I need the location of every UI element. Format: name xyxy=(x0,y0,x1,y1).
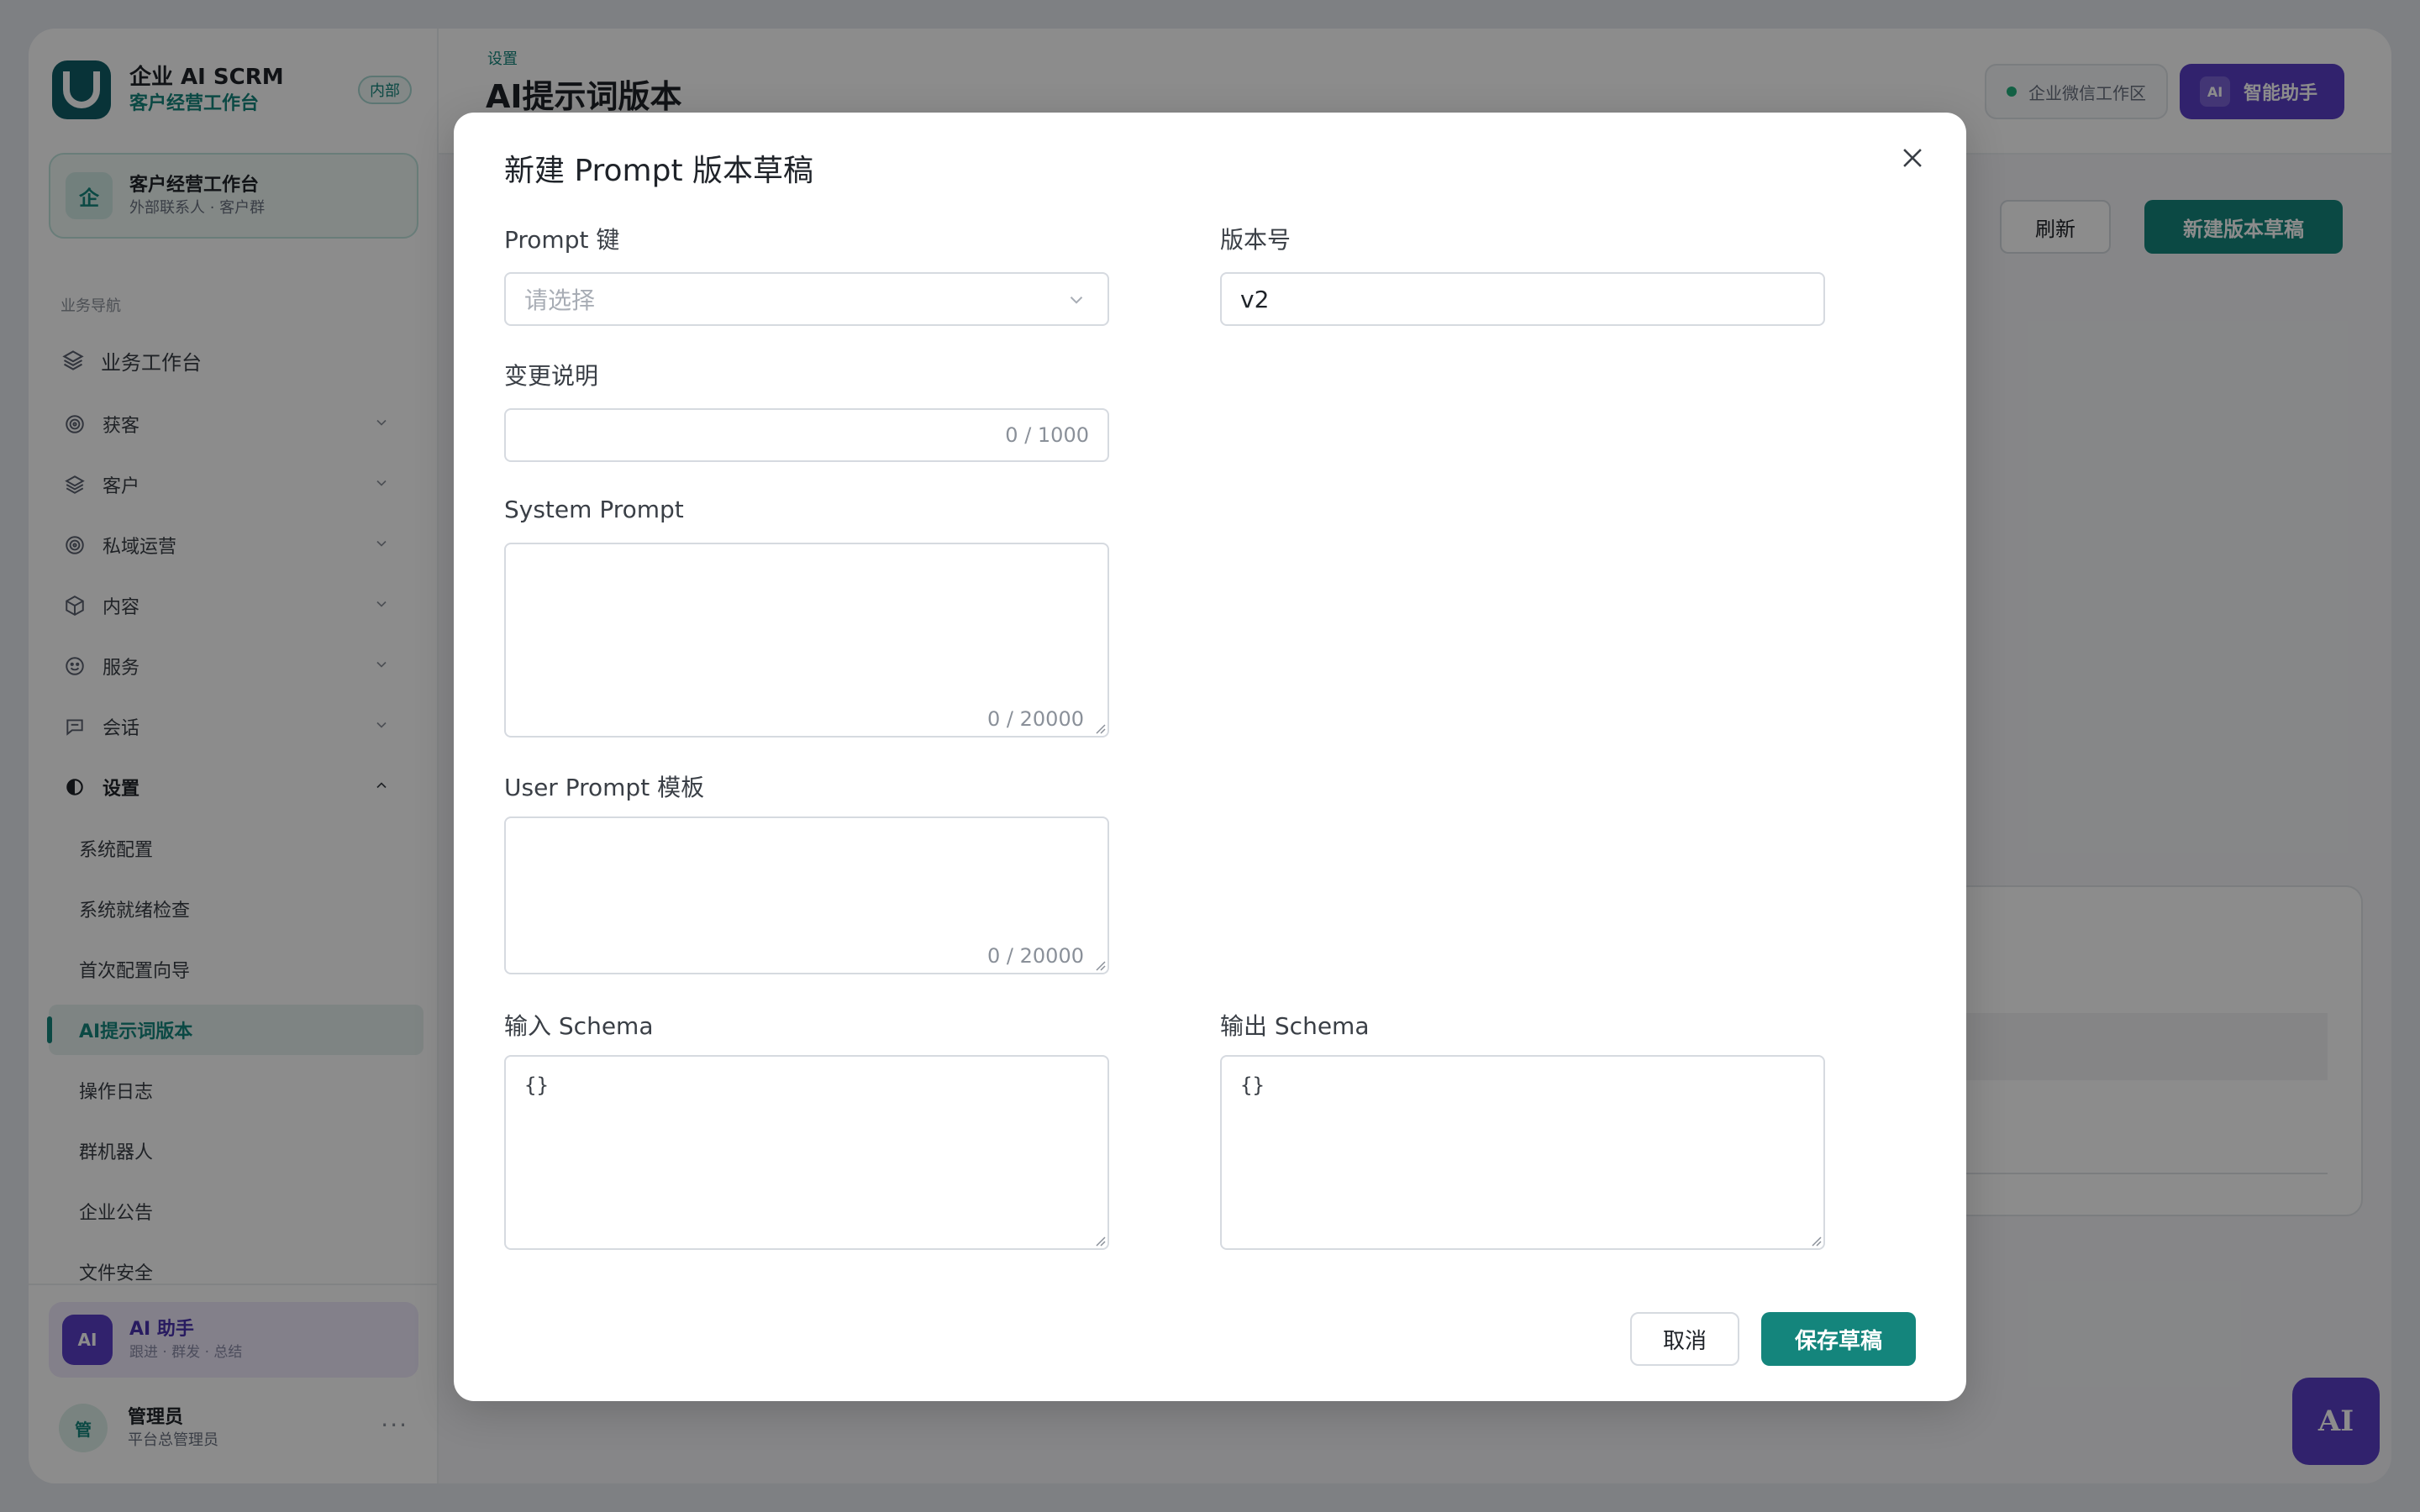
output-schema-label: 输出 Schema xyxy=(1220,1012,1370,1040)
save-draft-button[interactable]: 保存草稿 xyxy=(1761,1312,1916,1366)
system-prompt-label: System Prompt xyxy=(504,496,684,523)
input-schema-textarea[interactable]: {} xyxy=(504,1055,1109,1250)
system-prompt-textarea[interactable]: 0 / 20000 xyxy=(504,543,1109,738)
change-note-input[interactable]: 0 / 1000 xyxy=(504,408,1109,462)
user-prompt-counter: 0 / 20000 xyxy=(987,944,1084,968)
chevron-down-icon xyxy=(1065,289,1087,317)
version-label: 版本号 xyxy=(1220,226,1292,254)
version-value: v2 xyxy=(1240,285,1270,313)
change-note-label: 变更说明 xyxy=(504,362,599,390)
change-note-counter: 0 / 1000 xyxy=(1005,423,1089,447)
input-schema-label: 输入 Schema xyxy=(504,1012,654,1040)
input-schema-value: {} xyxy=(524,1074,549,1097)
dialog-title: 新建 Prompt 版本草稿 xyxy=(504,154,814,188)
output-schema-value: {} xyxy=(1240,1074,1265,1097)
output-schema-textarea[interactable]: {} xyxy=(1220,1055,1825,1250)
prompt-key-placeholder: 请选择 xyxy=(524,286,596,314)
cancel-button[interactable]: 取消 xyxy=(1630,1312,1739,1366)
system-prompt-counter: 0 / 20000 xyxy=(987,707,1084,731)
user-prompt-label: User Prompt 模板 xyxy=(504,774,705,801)
prompt-key-label: Prompt 键 xyxy=(504,226,620,254)
prompt-key-select[interactable]: 请选择 xyxy=(504,272,1109,326)
user-prompt-textarea[interactable]: 0 / 20000 xyxy=(504,816,1109,974)
new-prompt-draft-dialog: 新建 Prompt 版本草稿 Prompt 键 请选择 版本号 v2 变更说明 … xyxy=(454,113,1966,1401)
version-input[interactable]: v2 xyxy=(1220,272,1825,326)
resize-handle-icon[interactable] xyxy=(1094,959,1106,971)
close-icon[interactable] xyxy=(1889,134,1936,181)
resize-handle-icon[interactable] xyxy=(1094,722,1106,734)
resize-handle-icon[interactable] xyxy=(1094,1235,1106,1247)
resize-handle-icon[interactable] xyxy=(1810,1235,1822,1247)
